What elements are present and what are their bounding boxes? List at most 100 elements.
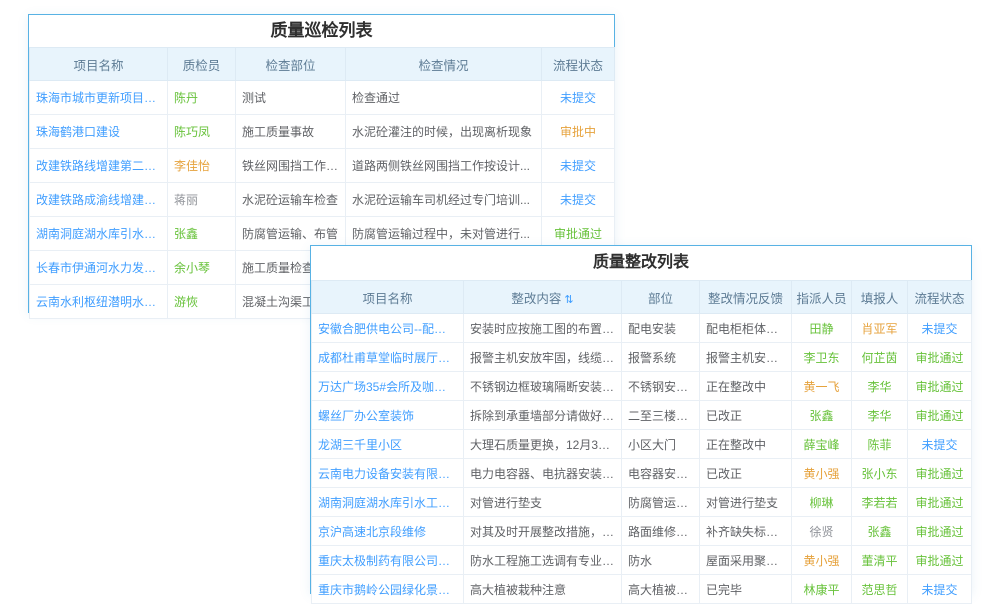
project-name-link[interactable]: 湖南洞庭湖水库引水工... [30, 217, 168, 251]
project-name-link[interactable]: 云南水利枢纽潜明水库... [30, 285, 168, 319]
part: 报警系统 [622, 343, 700, 372]
part: 不锈钢安装... [622, 372, 700, 401]
part: 二至三楼混... [622, 401, 700, 430]
table-row: 珠海鹤港口建设陈巧凤施工质量事故水泥砼灌注的时候，出现离析现象审批中 [30, 115, 615, 149]
feedback-text: 配电柜柜体与... [700, 314, 792, 343]
reporter-name: 张小东 [852, 459, 908, 488]
assignee-name: 徐贤 [792, 517, 852, 546]
rectify-content: 对管进行垫支 [464, 488, 622, 517]
status-badge: 审批通过 [908, 372, 972, 401]
assignee-name: 李卫东 [792, 343, 852, 372]
project-name-link[interactable]: 安徽合肥供电公司--配电设备... [312, 314, 464, 343]
project-name-link[interactable]: 万达广场35#会所及咖啡厅空... [312, 372, 464, 401]
rectify-table-body: 安徽合肥供电公司--配电设备...安装时应按施工图的布置，将...配电安装配电柜… [312, 314, 972, 604]
inspection-part: 测试 [236, 81, 346, 115]
project-name-link[interactable]: 珠海鹤港口建设 [30, 115, 168, 149]
column-header-rectify-content: 整改内容⇅ [464, 281, 622, 314]
rectify-content: 大理石质量更换，12月31日之... [464, 430, 622, 459]
project-name-link[interactable]: 重庆太极制药有限公司亳州中... [312, 546, 464, 575]
rectify-table-header-row: 项目名称 整改内容⇅ 部位 整改情况反馈 指派人员 填报人 流程状态 [312, 281, 972, 314]
feedback-text: 报警主机安放... [700, 343, 792, 372]
inspection-table-header-row: 项目名称 质检员 检查部位 检查情况 流程状态 [30, 48, 615, 81]
inspector-name: 陈巧凤 [168, 115, 236, 149]
column-header-status: 流程状态 [542, 48, 615, 81]
reporter-name: 范思哲 [852, 575, 908, 604]
feedback-text: 补齐缺失标志... [700, 517, 792, 546]
status-badge: 未提交 [908, 575, 972, 604]
column-header-project-name: 项目名称 [30, 48, 168, 81]
inspector-name: 陈丹 [168, 81, 236, 115]
assignee-name: 柳琳 [792, 488, 852, 517]
assignee-name: 黄小强 [792, 459, 852, 488]
inspection-part: 铁丝网围挡工作检查 [236, 149, 346, 183]
inspection-detail: 道路两侧铁丝网围挡工作按设计... [346, 149, 542, 183]
column-header-status: 流程状态 [908, 281, 972, 314]
reporter-name: 陈菲 [852, 430, 908, 459]
inspection-detail: 检查通过 [346, 81, 542, 115]
inspector-name: 游恢 [168, 285, 236, 319]
feedback-text: 正在整改中 [700, 372, 792, 401]
feedback-text: 正在整改中 [700, 430, 792, 459]
rectify-list-panel: 质量整改列表 项目名称 整改内容⇅ 部位 整改情况反馈 指派人员 填报人 流程状… [310, 245, 972, 594]
reporter-name: 张鑫 [852, 517, 908, 546]
inspector-name: 蒋丽 [168, 183, 236, 217]
table-row: 安徽合肥供电公司--配电设备...安装时应按施工图的布置，将...配电安装配电柜… [312, 314, 972, 343]
project-name-link[interactable]: 龙湖三千里小区 [312, 430, 464, 459]
inspector-name: 李佳怡 [168, 149, 236, 183]
feedback-text: 已改正 [700, 401, 792, 430]
project-name-link[interactable]: 云南电力设备安装有限公司20... [312, 459, 464, 488]
status-badge: 未提交 [542, 149, 615, 183]
inspection-part: 施工质量事故 [236, 115, 346, 149]
status-badge: 审批通过 [908, 401, 972, 430]
column-header-part: 部位 [622, 281, 700, 314]
rectify-content-label: 整改内容 [511, 292, 561, 306]
table-row: 万达广场35#会所及咖啡厅空...不锈钢边框玻璃隔断安装不牢...不锈钢安装..… [312, 372, 972, 401]
column-header-inspection-detail: 检查情况 [346, 48, 542, 81]
rectify-panel-title: 质量整改列表 [311, 246, 971, 280]
reporter-name: 李华 [852, 401, 908, 430]
project-name-link[interactable]: 京沪高速北京段维修 [312, 517, 464, 546]
project-name-link[interactable]: 螺丝厂办公室装饰 [312, 401, 464, 430]
rectify-table: 项目名称 整改内容⇅ 部位 整改情况反馈 指派人员 填报人 流程状态 安徽合肥供… [311, 280, 972, 604]
inspection-part: 水泥砼运输车检查 [236, 183, 346, 217]
status-badge: 未提交 [908, 430, 972, 459]
reporter-name: 李若若 [852, 488, 908, 517]
rectify-content: 安装时应按施工图的布置，将... [464, 314, 622, 343]
feedback-text: 已改正 [700, 459, 792, 488]
project-name-link[interactable]: 成都杜甫草堂临时展厅独立展... [312, 343, 464, 372]
part: 路面维修检... [622, 517, 700, 546]
table-row: 云南电力设备安装有限公司20...电力电容器、电抗器安装方案...电容器安装..… [312, 459, 972, 488]
rectify-content: 防水工程施工选调有专业资质... [464, 546, 622, 575]
rectify-content: 对其及时开展整改措施，桥头... [464, 517, 622, 546]
assignee-name: 张鑫 [792, 401, 852, 430]
rectify-content: 拆除到承重墙部分请做好加固... [464, 401, 622, 430]
table-row: 重庆太极制药有限公司亳州中...防水工程施工选调有专业资质...防水屋面采用聚氨… [312, 546, 972, 575]
rectify-content: 不锈钢边框玻璃隔断安装不牢... [464, 372, 622, 401]
column-header-feedback: 整改情况反馈 [700, 281, 792, 314]
inspector-name: 张鑫 [168, 217, 236, 251]
reporter-name: 董清平 [852, 546, 908, 575]
project-name-link[interactable]: 珠海市城市更新项目紫... [30, 81, 168, 115]
assignee-name: 林康平 [792, 575, 852, 604]
inspection-detail: 水泥砼灌注的时候，出现离析现象 [346, 115, 542, 149]
feedback-text: 对管进行垫支 [700, 488, 792, 517]
table-row: 重庆市鹅岭公园绿化景观提升...高大植被栽种注意高大植被栽种已完毕林康平范思哲未… [312, 575, 972, 604]
reporter-name: 肖亚军 [852, 314, 908, 343]
project-name-link[interactable]: 改建铁路成渝线增建第... [30, 183, 168, 217]
project-name-link[interactable]: 改建铁路线增建第二线... [30, 149, 168, 183]
project-name-link[interactable]: 长春市伊通河水力发电... [30, 251, 168, 285]
status-badge: 未提交 [908, 314, 972, 343]
project-name-link[interactable]: 重庆市鹅岭公园绿化景观提升... [312, 575, 464, 604]
sort-icon[interactable]: ⇅ [564, 294, 573, 306]
column-header-assignee: 指派人员 [792, 281, 852, 314]
part: 高大植被栽种 [622, 575, 700, 604]
column-header-inspection-part: 检查部位 [236, 48, 346, 81]
project-name-link[interactable]: 湖南洞庭湖水库引水工程施工1... [312, 488, 464, 517]
rectify-content: 报警主机安放牢固，线缆连接... [464, 343, 622, 372]
status-badge: 审批通过 [908, 488, 972, 517]
rectify-content: 高大植被栽种注意 [464, 575, 622, 604]
table-row: 龙湖三千里小区大理石质量更换，12月31日之...小区大门正在整改中薛宝峰陈菲未… [312, 430, 972, 459]
status-badge: 审批通过 [908, 343, 972, 372]
rectify-content: 电力电容器、电抗器安装方案... [464, 459, 622, 488]
table-row: 成都杜甫草堂临时展厅独立展...报警主机安放牢固，线缆连接...报警系统报警主机… [312, 343, 972, 372]
